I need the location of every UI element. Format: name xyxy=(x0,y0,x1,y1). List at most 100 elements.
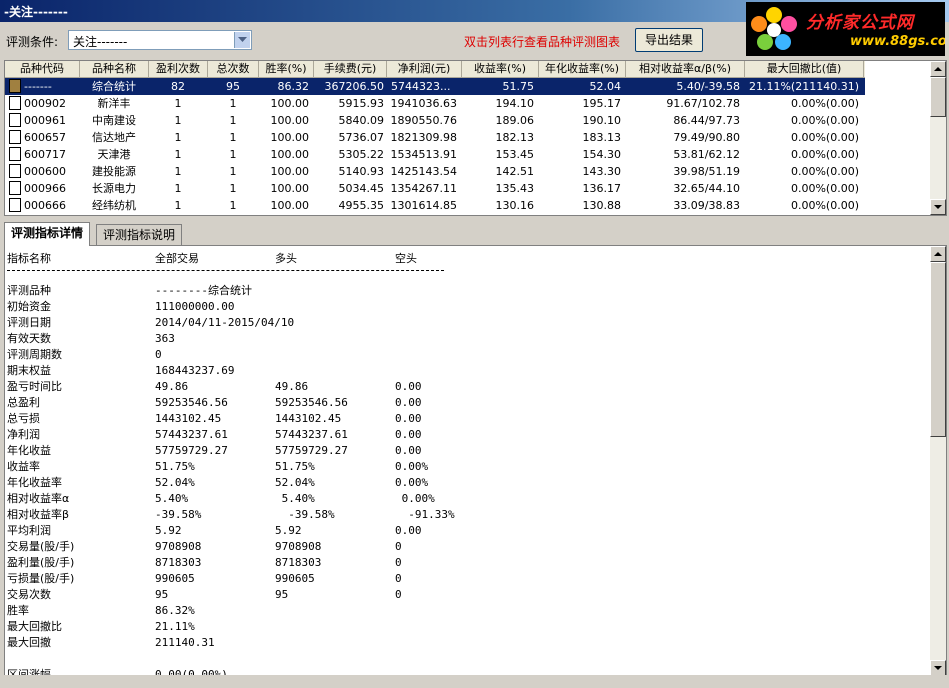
detail-all: 1443102.45 xyxy=(155,412,222,425)
cell-fee: 367206.50 xyxy=(324,80,385,93)
scroll-thumb[interactable] xyxy=(930,77,946,117)
detail-all: 2014/04/11-2015/04/10 xyxy=(155,316,295,329)
cell-return: 182.13 xyxy=(495,131,535,144)
tab-description[interactable]: 评测指标说明 xyxy=(96,224,183,245)
dropdown-button[interactable] xyxy=(234,32,250,48)
table-row[interactable]: 600657 信达地产 1 1 100.00 5736.07 1821309.9… xyxy=(5,129,865,146)
cell-profit: 1821309.98 xyxy=(390,131,457,144)
cell-total: 1 xyxy=(229,148,237,161)
detail-all: 21.11% xyxy=(155,620,195,633)
cell-alpha-beta: 86.44/97.73 xyxy=(673,114,740,127)
cell-alpha-beta: 39.98/51.19 xyxy=(673,165,740,178)
table-row[interactable]: 000600 建投能源 1 1 100.00 5140.93 1425143.5… xyxy=(5,163,865,180)
scroll-down-button[interactable] xyxy=(930,199,946,215)
detail-label: 收益率 xyxy=(7,460,40,473)
cell-name: 综合统计 xyxy=(92,80,136,93)
scroll-down-button[interactable] xyxy=(930,660,946,676)
detail-label: 最大回撤比 xyxy=(7,620,62,633)
table-scrollbar[interactable] xyxy=(930,61,946,215)
export-button[interactable]: 导出结果 xyxy=(635,28,703,52)
cell-profit: 1301614.85 xyxy=(390,199,457,212)
detail-col-long: 多头 xyxy=(275,252,297,265)
detail-label: 相对收益率α xyxy=(7,492,70,505)
cell-alpha-beta: 33.09/38.83 xyxy=(673,199,740,212)
detail-all: 59253546.56 xyxy=(155,396,228,409)
document-icon xyxy=(9,147,21,161)
detail-all: 5.92 xyxy=(155,524,182,537)
scroll-up-button[interactable] xyxy=(930,61,946,77)
scroll-thumb[interactable] xyxy=(930,262,946,437)
col-header[interactable]: 胜率(%) xyxy=(259,61,314,77)
detail-short: 0 xyxy=(395,540,402,553)
detail-all: 990605 xyxy=(155,572,195,585)
cell-return: 189.06 xyxy=(495,114,535,127)
cell-code: 000666 xyxy=(9,197,79,214)
cell-fee: 5840.09 xyxy=(338,114,385,127)
col-header[interactable]: 净利润(元) xyxy=(387,61,462,77)
cell-profit: 5744323... xyxy=(391,80,451,93)
detail-label: 年化收益 xyxy=(7,444,51,457)
cell-return: 194.10 xyxy=(495,97,535,110)
tab-detail[interactable]: 评测指标详情 xyxy=(4,222,91,246)
detail-long: 57759729.27 xyxy=(275,444,348,457)
col-header[interactable]: 年化收益率(%) xyxy=(539,61,626,77)
detail-long: 95 xyxy=(275,588,289,601)
detail-label: 交易量(股/手) xyxy=(7,540,75,553)
detail-scrollbar[interactable] xyxy=(930,246,946,676)
detail-label: 评测日期 xyxy=(7,316,51,329)
cell-total: 1 xyxy=(229,182,237,195)
col-header[interactable]: 品种代码 xyxy=(5,61,80,77)
cell-fee: 5305.22 xyxy=(338,148,385,161)
detail-label: 年化收益率 xyxy=(7,476,62,489)
cell-annual-return: 130.88 xyxy=(582,199,622,212)
hint-text: 双击列表行查看品种评测图表 xyxy=(464,35,621,49)
cell-return: 51.75 xyxy=(502,80,535,93)
cell-wins: 1 xyxy=(174,165,182,178)
toolbar: 评测条件: 关注------- 双击列表行查看品种评测图表 导出结果 xyxy=(0,22,949,58)
cell-annual-return: 136.17 xyxy=(582,182,622,195)
col-header[interactable]: 品种名称 xyxy=(80,61,149,77)
cell-profit: 1354267.11 xyxy=(390,182,457,195)
col-header[interactable]: 总次数 xyxy=(208,61,259,77)
cell-max-drawdown: 0.00%(0.00) xyxy=(790,148,859,161)
cell-code: 000966 xyxy=(9,180,79,197)
col-header[interactable]: 相对收益率α/β(%) xyxy=(626,61,745,77)
cell-winrate: 100.00 xyxy=(270,97,310,110)
detail-all: 363 xyxy=(155,332,175,345)
detail-short: 0.00 xyxy=(395,524,422,537)
cell-wins: 1 xyxy=(174,199,182,212)
table-row[interactable]: ------- 综合统计 82 95 86.32 367206.50 57443… xyxy=(5,78,865,95)
detail-short: 0.00 xyxy=(395,380,422,393)
table-row[interactable]: 600717 天津港 1 1 100.00 5305.22 1534513.91… xyxy=(5,146,865,163)
detail-all: -39.58% xyxy=(155,508,202,521)
detail-col-all: 全部交易 xyxy=(155,252,199,265)
detail-all: 111000000.00 xyxy=(155,300,235,313)
table-row[interactable]: 000966 长源电力 1 1 100.00 5034.45 1354267.1… xyxy=(5,180,865,197)
cell-max-drawdown: 0.00%(0.00) xyxy=(790,131,859,144)
document-icon xyxy=(9,130,21,144)
cell-code: 000961 xyxy=(9,112,79,129)
detail-label: 亏损量(股/手) xyxy=(7,572,75,585)
cell-total: 1 xyxy=(229,114,237,127)
detail-label: 净利润 xyxy=(7,428,40,441)
detail-all: 5.40% xyxy=(155,492,189,505)
scroll-up-button[interactable] xyxy=(930,246,946,262)
col-header[interactable]: 收益率(%) xyxy=(462,61,539,77)
cell-annual-return: 195.17 xyxy=(582,97,622,110)
table-row[interactable]: 000961 中南建设 1 1 100.00 5840.09 1890550.7… xyxy=(5,112,865,129)
detail-all: 9708908 xyxy=(155,540,202,553)
folder-icon xyxy=(9,79,21,93)
results-table[interactable]: 品种代码 品种名称 盈利次数 总次数 胜率(%) 手续费(元) 净利润(元) 收… xyxy=(4,60,947,216)
detail-label: 评测周期数 xyxy=(7,348,62,361)
table-row[interactable]: 000666 经纬纺机 1 1 100.00 4955.35 1301614.8… xyxy=(5,197,865,214)
col-header[interactable]: 手续费(元) xyxy=(314,61,387,77)
col-header[interactable]: 盈利次数 xyxy=(149,61,208,77)
cell-max-drawdown: 0.00%(0.00) xyxy=(790,182,859,195)
condition-select[interactable]: 关注------- xyxy=(68,30,252,50)
cell-return: 130.16 xyxy=(495,199,535,212)
col-header[interactable]: 最大回撤比(值) xyxy=(745,61,864,77)
table-row[interactable]: 000902 新洋丰 1 1 100.00 5915.93 1941036.63… xyxy=(5,95,865,112)
detail-long: 51.75% xyxy=(275,460,315,473)
bottom-bar xyxy=(0,675,949,688)
detail-col-short: 空头 xyxy=(395,252,417,265)
